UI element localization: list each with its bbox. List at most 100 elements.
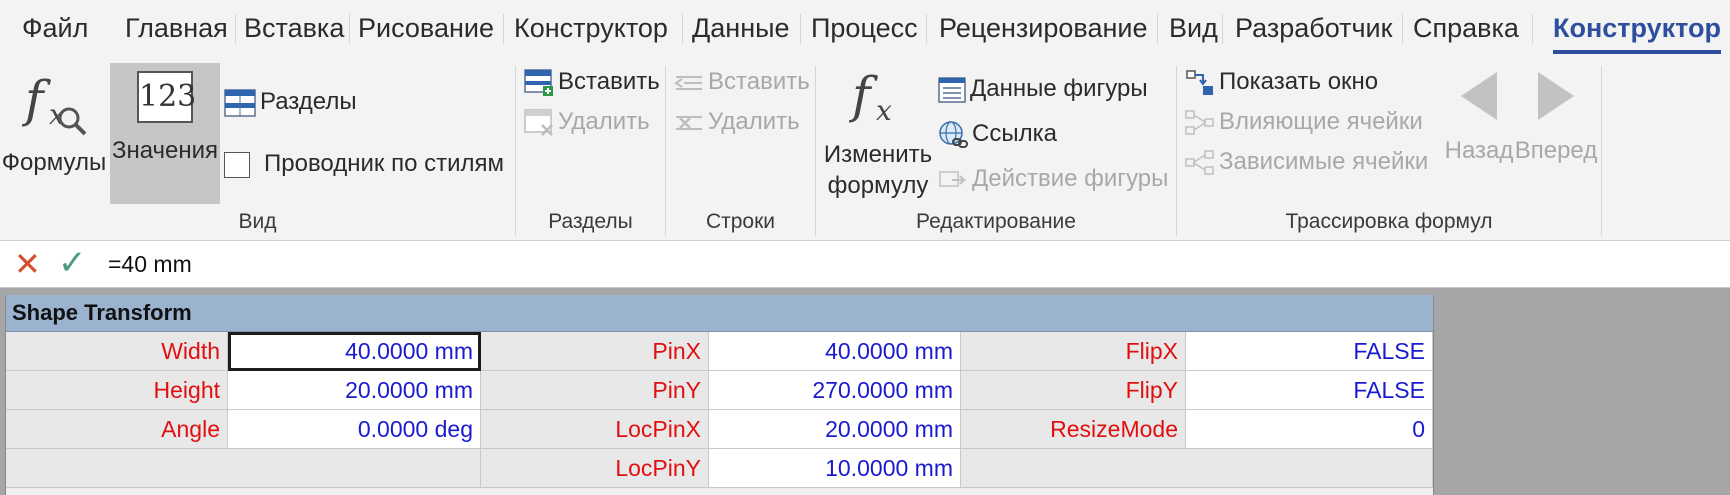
delete-section-button[interactable]: Удалить [524,105,650,139]
back-label: Назад [1444,137,1514,164]
style-explorer-checkbox[interactable] [224,151,250,178]
shape-action-button[interactable]: Действие фигуры [938,162,1168,196]
tab-separator [235,14,236,44]
tab-draw[interactable]: Рисование [358,6,494,50]
group-view: f x Формулы 123 Значения Разделы Проводн… [0,60,515,240]
globe-link-icon [939,120,968,148]
tab-design[interactable]: Конструктор [514,6,668,50]
ribbon-tab-bar: Файл Главная Вставка Рисование Конструкт… [0,0,1730,60]
shape-data-button[interactable]: Данные фигуры [938,72,1148,106]
delete-row-button[interactable]: Удалить [674,105,800,139]
trace-dependents-icon [1185,149,1214,175]
cell-label-flipx[interactable]: FlipX [961,332,1186,371]
formula-input[interactable]: =40 mm [108,241,192,287]
svg-text:f: f [21,70,51,128]
delete-row-label: Удалить [708,108,800,135]
group-trace-formulas: Показать окно Влияющие ячейки Зависимые … [1177,60,1601,240]
style-explorer-toggle[interactable]: Проводник по стилям [224,147,504,181]
delete-section-icon [524,108,553,136]
cell-label-height[interactable]: Height [6,371,228,410]
cell-value-locpiny[interactable]: 10.0000 mm [709,449,961,488]
shape-action-label: Действие фигуры [972,165,1169,192]
cell-value-flipx[interactable]: FALSE [1186,332,1433,371]
shape-data-icon [938,76,966,103]
insert-section-icon [524,68,553,96]
insert-row-icon [674,75,702,90]
link-label: Ссылка [972,120,1057,147]
tab-process[interactable]: Процесс [811,6,918,50]
cell-value-locpinx[interactable]: 20.0000 mm [709,410,961,449]
cell-value-height[interactable]: 20.0000 mm [228,371,481,410]
back-arrow-icon [1461,72,1497,120]
tab-separator [1222,14,1223,44]
link-button[interactable]: Ссылка [938,117,1057,151]
cell-empty [961,449,1433,488]
group-rows: Вставить Удалить Строки [666,60,815,240]
insert-section-button[interactable]: Вставить [524,65,660,99]
edit-formula-button[interactable]: f x Изменить формулу [820,62,936,202]
tab-separator [800,14,801,44]
cell-value-angle[interactable]: 0.0000 deg [228,410,481,449]
cell-value-pinx[interactable]: 40.0000 mm [709,332,961,371]
edit-formula-label-line2: формулу [827,172,929,199]
insert-row-label: Вставить [708,68,810,95]
svg-text:f: f [848,66,878,124]
values-button[interactable]: 123 Значения [110,63,220,204]
formulas-icon: f x [21,70,87,136]
cell-label-piny[interactable]: PinY [481,371,709,410]
forward-label: Вперед [1514,137,1598,164]
tab-developer[interactable]: Разработчик [1235,6,1392,50]
forward-button[interactable]: Вперед [1514,62,1598,172]
tab-help[interactable]: Справка [1413,6,1519,50]
tab-view[interactable]: Вид [1169,6,1218,50]
formula-bar: ✕ ✓ =40 mm [0,241,1730,288]
show-window-icon [1186,69,1213,95]
tab-separator [1532,14,1533,44]
cell-label-angle[interactable]: Angle [6,410,228,449]
delete-section-label: Удалить [558,108,650,135]
sections-icon [224,88,256,117]
cell-label-locpinx[interactable]: LocPinX [481,410,709,449]
formulas-button[interactable]: f x Формулы [0,64,108,194]
tab-insert[interactable]: Вставка [244,6,344,50]
cell-label-pinx[interactable]: PinX [481,332,709,371]
trace-precedents-icon [1185,109,1214,135]
function-icon: f x [848,66,892,127]
shapesheet-section: Shape Transform Width 40.0000 mm PinX 40… [5,295,1434,495]
tab-separator [1157,14,1158,44]
cell-label-resizemode[interactable]: ResizeMode [961,410,1186,449]
back-button[interactable]: Назад [1439,62,1519,172]
tab-file[interactable]: Файл [22,6,88,50]
group-view-label: Вид [238,210,277,233]
tab-home[interactable]: Главная [125,6,228,50]
formulas-label: Формулы [1,149,107,176]
show-window-label: Показать окно [1219,68,1379,95]
section-header[interactable]: Shape Transform [6,295,1433,332]
group-sections-label: Разделы [548,210,633,233]
cell-value-piny[interactable]: 270.0000 mm [709,371,961,410]
cell-label-locpiny[interactable]: LocPinY [481,449,709,488]
group-separator [1601,66,1602,236]
cell-value-flipy[interactable]: FALSE [1186,371,1433,410]
edit-formula-label-line1: Изменить [823,141,933,168]
svg-text:x: x [876,94,892,127]
cancel-icon[interactable]: ✕ [14,245,41,283]
sections-button[interactable]: Разделы [224,85,357,119]
shape-action-icon [939,170,967,187]
tab-review[interactable]: Рецензирование [939,6,1148,50]
cell-label-flipy[interactable]: FlipY [961,371,1186,410]
show-window-button[interactable]: Показать окно [1185,65,1378,99]
trace-precedents-button[interactable]: Влияющие ячейки [1185,105,1423,139]
tab-shapesheet-design[interactable]: Конструктор [1553,6,1722,54]
cell-label-width[interactable]: Width [6,332,228,371]
shape-data-label: Данные фигуры [970,75,1148,102]
cell-value-resizemode[interactable]: 0 [1186,410,1433,449]
trace-dependents-button[interactable]: Зависимые ячейки [1185,145,1428,179]
tab-data[interactable]: Данные [692,6,790,50]
tab-separator [503,14,504,44]
cell-empty [6,449,481,488]
cell-value-width[interactable]: 40.0000 mm [228,332,481,371]
insert-row-button[interactable]: Вставить [674,65,810,99]
delete-row-icon [676,115,702,130]
accept-check-icon[interactable]: ✓ [58,243,87,283]
